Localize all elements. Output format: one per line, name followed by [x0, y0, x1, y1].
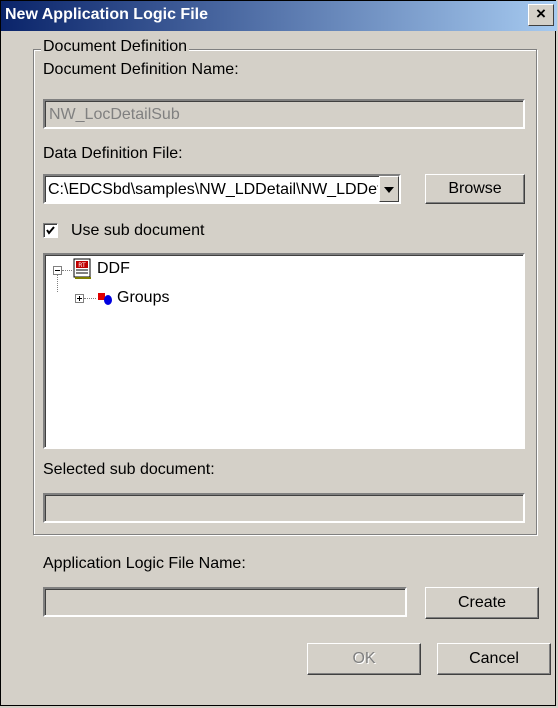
tree-connector: [84, 298, 96, 299]
use-sub-document-checkbox[interactable]: [43, 223, 58, 238]
chevron-down-icon[interactable]: [379, 176, 399, 202]
groups-icon: [98, 293, 112, 305]
use-sub-document-label[interactable]: Use sub document: [71, 222, 204, 240]
title-bar[interactable]: New Application Logic File ×: [1, 1, 557, 31]
sub-document-tree[interactable]: RT DDF Groups: [43, 253, 525, 449]
tree-connector: [57, 275, 58, 292]
data-definition-file-combo[interactable]: C:\EDCSbd\samples\NW_LDDetail\NW_LDDetai…: [43, 174, 401, 204]
expand-icon[interactable]: [75, 294, 84, 303]
check-icon: [46, 226, 55, 235]
window-title: New Application Logic File: [5, 6, 208, 23]
document-definition-legend: Document Definition: [41, 38, 190, 56]
ddf-file-icon: RT: [73, 258, 91, 279]
tree-node-ddf[interactable]: DDF: [97, 260, 130, 278]
ok-button[interactable]: OK: [307, 643, 421, 675]
close-icon[interactable]: ×: [536, 4, 546, 23]
selected-sub-document-label: Selected sub document:: [43, 461, 215, 478]
close-button[interactable]: ×: [528, 4, 554, 26]
tree-connector: [62, 270, 72, 271]
selected-sub-document-field: [43, 493, 525, 523]
document-definition-name-label: Document Definition Name:: [43, 61, 239, 78]
new-application-logic-file-dialog: New Application Logic File × Document De…: [0, 0, 557, 706]
collapse-icon[interactable]: [53, 266, 62, 275]
document-definition-name-field: NW_LocDetailSub: [43, 99, 525, 129]
tree-node-groups[interactable]: Groups: [117, 289, 169, 307]
data-definition-file-value[interactable]: C:\EDCSbd\samples\NW_LDDetail\NW_LDDetai…: [48, 181, 378, 199]
cancel-button[interactable]: Cancel: [437, 643, 551, 675]
application-logic-file-name-label: Application Logic File Name:: [43, 555, 246, 572]
data-definition-file-label: Data Definition File:: [43, 145, 183, 162]
browse-button[interactable]: Browse: [425, 174, 525, 204]
svg-text:RT: RT: [78, 262, 86, 269]
create-button[interactable]: Create: [425, 587, 539, 619]
application-logic-file-name-field: [43, 587, 407, 617]
